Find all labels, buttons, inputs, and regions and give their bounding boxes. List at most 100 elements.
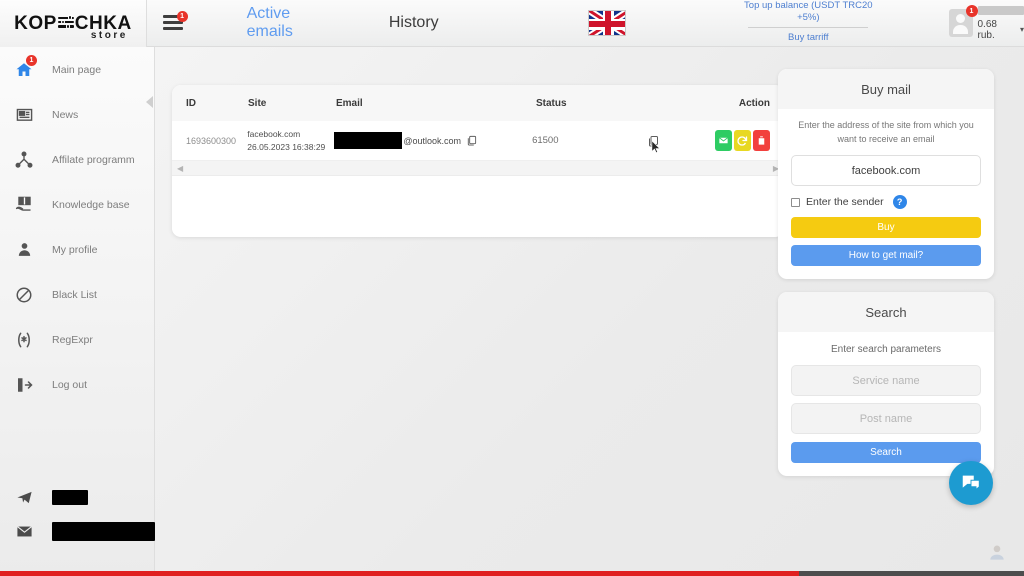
sidebar-item-label: Main page (52, 63, 102, 76)
sidebar-item-black-list[interactable]: Black List (0, 272, 154, 317)
main-content: ID Site Email Status Action 1693600300 f… (155, 47, 1024, 576)
tab-history[interactable]: History (385, 14, 443, 32)
watermark-user-icon (990, 545, 1004, 560)
table-header-row: ID Site Email Status Action (172, 85, 784, 121)
menu-toggle-button[interactable]: 1 (162, 11, 188, 31)
sidebar-contacts (0, 480, 155, 548)
top-bar: KOP CHKA store 1 Active emails History T… (0, 0, 1024, 47)
column-header-id: ID (186, 97, 196, 109)
column-header-email: Email (336, 97, 363, 109)
sidebar-item-label: News (52, 108, 79, 121)
main-page-badge: 1 (26, 55, 37, 66)
search-title: Search (778, 292, 994, 332)
video-progress-fill (0, 571, 799, 576)
username-redacted (977, 5, 1024, 15)
chevron-left-icon[interactable]: ◀ (177, 164, 183, 173)
how-to-get-mail-button[interactable]: How to get mail? (791, 245, 981, 266)
ban-icon (13, 284, 35, 306)
search-button[interactable]: Search (791, 442, 981, 463)
sidebar-item-main-page[interactable]: Main page 1 (0, 47, 154, 92)
sidebar-item-news[interactable]: News (0, 92, 154, 137)
chat-support-button[interactable] (949, 461, 993, 505)
column-header-action: Action (738, 97, 770, 109)
refresh-button[interactable] (733, 130, 751, 151)
emails-table-card: ID Site Email Status Action 1693600300 f… (172, 85, 784, 237)
user-icon (13, 239, 35, 261)
buy-mail-title: Buy mail (778, 69, 994, 109)
video-player-bar[interactable] (0, 571, 1024, 576)
service-name-input[interactable] (791, 365, 981, 396)
sidebar-item-log-out[interactable]: Log out (0, 362, 154, 407)
sidebar-item-label: Affilate programm (52, 153, 135, 166)
cell-site: facebook.com 26.05.2023 16:38:29 (247, 128, 334, 153)
cell-site-date: 26.05.2023 16:38:29 (247, 141, 326, 152)
sidebar-item-label: Knowledge base (52, 198, 130, 211)
sidebar: Main page 1 News Affilate programm Knowl… (0, 47, 155, 576)
network-icon (13, 149, 35, 171)
sidebar-item-label: Log out (52, 378, 88, 391)
uk-flag-icon[interactable] (587, 10, 626, 36)
book-hand-icon (13, 194, 35, 216)
menu-badge: 1 (176, 11, 188, 22)
chevron-down-icon: ▾ (1019, 25, 1024, 34)
sidebar-item-label: Black List (52, 288, 97, 301)
buy-mail-body: Enter the address of the site from which… (778, 109, 994, 279)
avatar[interactable]: 1 (949, 5, 978, 37)
sidebar-item-affiliate[interactable]: Affilate programm (0, 137, 154, 182)
sidebar-item-my-profile[interactable]: My profile (0, 227, 154, 272)
copy-icon[interactable] (466, 135, 477, 146)
regexp-icon (13, 329, 35, 351)
post-name-input[interactable] (791, 403, 981, 434)
cell-site-name: facebook.com (247, 129, 301, 140)
balance-amount-text: 0.68 rub. (977, 18, 997, 41)
column-header-site: Site (248, 97, 267, 109)
site-address-input[interactable] (791, 155, 981, 186)
enter-sender-label: Enter the sender (806, 196, 884, 208)
logo-subtitle: store (90, 29, 128, 41)
user-menu[interactable]: 1 0.68 rub. ▾ (949, 5, 1024, 41)
logo[interactable]: KOP CHKA store (0, 0, 147, 47)
telegram-contact-link[interactable] (0, 480, 155, 514)
open-mail-button[interactable] (714, 130, 732, 151)
sliders-icon (57, 15, 74, 29)
newspaper-icon (13, 104, 35, 126)
chevron-left-icon (145, 96, 153, 108)
enter-sender-row[interactable]: Enter the sender ? (791, 195, 981, 209)
table-row[interactable]: 1693600300 facebook.com 26.05.2023 16:38… (172, 121, 784, 161)
cell-id: 1693600300 (186, 135, 237, 146)
delete-button[interactable] (752, 130, 770, 151)
sidebar-item-knowledge-base[interactable]: Knowledge base (0, 182, 154, 227)
column-header-status: Status (536, 97, 567, 109)
sidebar-item-label: My profile (52, 243, 98, 256)
buy-tariff-link[interactable]: Buy tarriff (748, 26, 869, 44)
chat-bubble-icon (962, 475, 980, 491)
status-value: 61500 (532, 135, 559, 146)
buy-button[interactable]: Buy (791, 217, 981, 238)
buy-mail-panel: Buy mail Enter the address of the site f… (778, 69, 994, 279)
search-panel: Search Enter search parameters Search (778, 292, 994, 476)
email-domain: @outlook.com (403, 135, 461, 146)
tab-active-emails[interactable]: Active emails (243, 5, 340, 41)
balance-amount[interactable]: 0.68 rub. ▾ (978, 19, 1024, 41)
balance-links: Top up balance (USDT TRC20 +5%) Buy tarr… (736, 0, 881, 46)
copy-icon[interactable] (647, 135, 659, 147)
logo-text-main: KOP (14, 12, 57, 34)
enter-sender-checkbox[interactable] (791, 197, 800, 207)
top-up-balance-link[interactable]: Top up balance (USDT TRC20 +5%) (736, 0, 881, 24)
telegram-icon (13, 489, 35, 506)
email-local-redacted (334, 132, 403, 149)
logout-icon (13, 374, 35, 396)
question-icon[interactable]: ? (892, 195, 907, 209)
sidebar-item-regexpr[interactable]: RegExpr (0, 317, 154, 362)
cell-status: 61500 (532, 135, 715, 147)
envelope-icon (13, 523, 35, 540)
user-meta: 0.68 rub. ▾ (977, 5, 1024, 41)
search-body: Enter search parameters Search (778, 332, 994, 476)
sidebar-collapse-button[interactable] (143, 89, 155, 115)
app-screen: KOP CHKA store 1 Active emails History T… (0, 0, 1024, 576)
email-contact-link[interactable] (0, 514, 155, 548)
table-footer (172, 176, 784, 236)
table-horizontal-scrollbar[interactable]: ◀ ▶ (172, 161, 784, 176)
telegram-handle-redacted (52, 489, 88, 505)
cell-action (714, 130, 784, 151)
